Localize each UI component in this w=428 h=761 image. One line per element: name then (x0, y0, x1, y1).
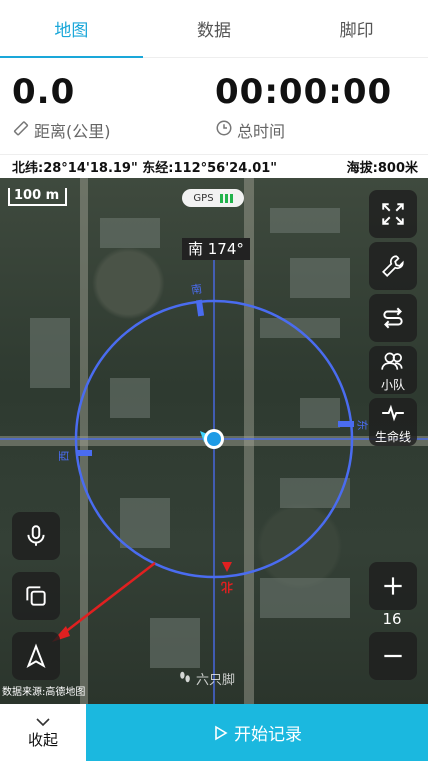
gps-label: GPS (193, 192, 214, 204)
coordinate-bar: 北纬:28°14'18.19" 东经:112°56'24.01" 海拔:800米 (0, 154, 428, 178)
copy-icon (26, 586, 46, 606)
navigation-arrow-icon (26, 643, 46, 668)
tools-button[interactable] (369, 242, 417, 290)
distance-stat: 0.0 距离(公里) (12, 72, 111, 142)
zoom-out-button[interactable] (369, 632, 417, 680)
pulse-icon (382, 404, 404, 421)
watermark: 六只脚 (178, 669, 235, 688)
voice-button[interactable] (12, 512, 60, 560)
team-icon (381, 352, 403, 370)
compass-south-mark: 南 (190, 282, 203, 297)
wrench-icon (382, 255, 404, 277)
gps-indicator: GPS (182, 189, 244, 207)
route-button[interactable] (369, 294, 417, 342)
altitude-readout: 海拔:800米 (346, 161, 418, 176)
plus-icon (384, 577, 402, 595)
chevron-down-icon (36, 717, 50, 726)
zoom-in-button[interactable] (369, 562, 417, 610)
distance-value: 0.0 (12, 72, 76, 112)
collapse-button[interactable]: 收起 (0, 704, 86, 761)
tab-map[interactable]: 地图 (0, 0, 143, 58)
watermark-label: 六只脚 (196, 673, 236, 688)
top-tabs: 地图 数据 脚印 (0, 0, 428, 58)
fullscreen-button[interactable] (369, 190, 417, 238)
gps-signal-icon (219, 193, 233, 203)
duration-label: 总时间 (237, 122, 286, 141)
collapse-label: 收起 (27, 730, 58, 749)
compass-north-mark: 北 (221, 580, 234, 594)
duration-stat: 00:00:00 总时间 (215, 72, 392, 142)
minus-icon (384, 654, 402, 658)
heading-readout: 南 174° (182, 238, 250, 260)
route-icon (383, 307, 403, 329)
compass-west-mark: 西 (57, 450, 71, 462)
team-label: 小队 (380, 377, 405, 392)
footprint-icon (178, 670, 192, 688)
bottom-bar: 收起 开始记录 (0, 704, 428, 761)
start-label: 开始记录 (234, 725, 302, 745)
distance-label: 距离(公里) (34, 122, 111, 141)
zoom-level: 16 (382, 610, 402, 628)
team-button[interactable]: 小队 (369, 346, 417, 394)
duration-value: 00:00:00 (215, 72, 393, 112)
locate-button[interactable] (12, 632, 60, 680)
lifeline-label: 生命线 (374, 429, 411, 444)
scale-bar: 100 m (8, 188, 68, 206)
layers-button[interactable] (12, 572, 60, 620)
tab-footprints[interactable]: 脚印 (285, 0, 428, 57)
ruler-icon (12, 119, 30, 141)
play-icon (215, 725, 228, 740)
start-recording-button[interactable]: 开始记录 (86, 704, 428, 761)
stats-panel: 0.0 距离(公里) 00:00:00 总时间 (0, 58, 428, 154)
lifeline-button[interactable]: 生命线 (369, 398, 417, 446)
map-source: 数据来源:高德地图 (2, 687, 86, 698)
microphone-icon (27, 525, 45, 546)
clock-icon (215, 119, 233, 141)
tab-data[interactable]: 数据 (143, 0, 286, 57)
lat-lon-readout: 北纬:28°14'18.19" 东经:112°56'24.01" (12, 161, 278, 176)
fullscreen-icon (382, 203, 404, 225)
map-view[interactable]: 南 东 西 北 100 m GPS 南 174° 小队 生命线 16 六只脚 数… (0, 178, 428, 704)
